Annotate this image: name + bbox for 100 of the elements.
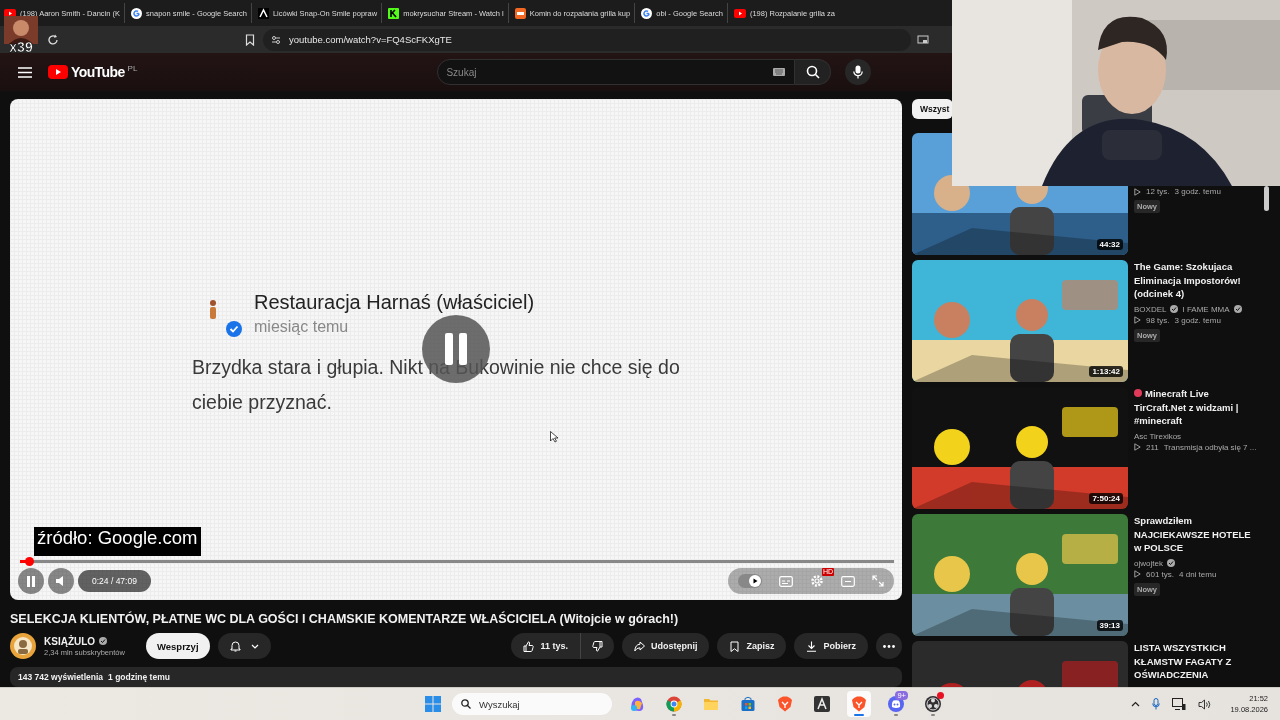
settings-icon[interactable]	[810, 574, 824, 588]
chrome-icon	[666, 696, 682, 712]
stream-label: x39	[9, 40, 33, 54]
play-icon	[749, 575, 761, 587]
channel-name[interactable]: KSIĄŻULO	[44, 635, 96, 647]
video-title[interactable]: The Game: Szokujaca Eliminacja Impostorów! (odcinek 4)	[1134, 260, 1260, 301]
share-button[interactable]: Udostępnij	[621, 633, 710, 659]
like-button[interactable]: 11 tys.	[511, 633, 581, 659]
verified-icon	[226, 321, 242, 337]
comment-author: Restauracja Harnaś (właściciel)	[254, 291, 536, 314]
volume-button[interactable]	[48, 568, 74, 594]
share-arrow-icon	[633, 640, 645, 652]
taskbar-search-field[interactable]: Wyszukaj	[452, 693, 612, 715]
lion-shield-icon	[851, 696, 867, 712]
time-display: 0:24 / 47:09	[78, 570, 151, 592]
chevron-up-icon[interactable]	[1131, 701, 1141, 707]
filter-chip[interactable]: Wszyst	[912, 99, 954, 119]
download-icon	[806, 640, 818, 652]
microphone-icon[interactable]	[1152, 698, 1161, 710]
menu-icon[interactable]	[18, 66, 32, 78]
folder-icon	[703, 696, 719, 712]
a-letter-icon	[814, 696, 830, 712]
upload-age: 3 godz. temu	[1174, 187, 1221, 196]
bookmark-icon[interactable]	[245, 33, 255, 46]
upload-age: 3 godz. temu	[1174, 315, 1221, 325]
video-duration: 1:13:42	[1089, 366, 1123, 377]
caret-icon	[250, 643, 259, 649]
thumbs-down-icon	[591, 640, 603, 652]
search-icon	[805, 65, 820, 79]
speaker-icon	[56, 576, 66, 586]
google-icon	[641, 7, 653, 19]
channel-name[interactable]: I FAME MMA	[1182, 304, 1230, 314]
thumbs-up-icon	[523, 640, 535, 652]
upload-age: 4 dni temu	[1179, 569, 1217, 579]
view-count: 211	[1146, 442, 1159, 452]
view-count: 12 tys.	[1146, 187, 1170, 196]
more-button[interactable]	[876, 633, 902, 659]
channel-avatar[interactable]	[10, 633, 36, 659]
search-field[interactable]: Szukaj	[437, 59, 796, 85]
description-panel[interactable]: 143 742 wyświetlenia 1 godzinę temu	[10, 667, 902, 687]
save-button[interactable]: Zapisz	[717, 633, 787, 659]
video-title[interactable]: Minecraft Live TirCraft.Net z widzami | #minecraft	[1134, 387, 1260, 428]
google-icon	[131, 7, 143, 19]
search-button[interactable]	[795, 59, 832, 85]
view-count: 98 tys.	[1146, 315, 1170, 325]
source-caption: źródło: Google.com	[34, 527, 202, 556]
copilot-icon	[629, 696, 645, 712]
progress-track[interactable]	[20, 560, 894, 563]
speaker-icon[interactable]	[1198, 698, 1213, 710]
figure-icon	[208, 299, 218, 321]
more-dots-icon	[883, 644, 895, 648]
notifications-button[interactable]	[217, 633, 271, 659]
view-count: 601 tys.	[1146, 569, 1174, 579]
play-outline-icon	[1134, 570, 1141, 578]
youtube-wordmark[interactable]: YouTube	[71, 65, 125, 79]
search-icon	[461, 699, 471, 709]
download-button[interactable]: Pobierz	[794, 633, 868, 659]
publish-time: 1 godzinę temu	[108, 672, 170, 682]
region-label: PL	[127, 65, 138, 73]
network-icon[interactable]	[1172, 697, 1187, 711]
play-outline-icon	[1134, 443, 1141, 451]
video-duration: 7:50:24	[1089, 493, 1123, 504]
upload-age: Transmisja odbyła się 7 ...	[1163, 442, 1257, 452]
lion-shield-icon	[777, 696, 793, 712]
avatar-icon	[4, 16, 38, 44]
video-duration: 39:13	[1096, 620, 1123, 631]
support-button[interactable]: Wesprzyj	[146, 633, 210, 659]
video-title[interactable]: LISTA WSZYSTKICH KŁAMSTW FAGATY Z OŚWIADCZENIA	[1134, 641, 1260, 682]
youtube-logo-icon[interactable]	[48, 65, 68, 79]
microphone-icon	[853, 65, 864, 79]
bell-icon	[229, 640, 241, 652]
video-title: SELEKCJA KLIENTÓW, PŁATNE WC DLA GOŚCI I CHAMSKIE KOMENTARZE WŁAŚCICIELA (Witojcie w górach!)	[10, 612, 680, 626]
store-bag-icon	[740, 696, 756, 712]
comment-time: miesiąc temu	[254, 318, 350, 336]
triangle-logo-icon	[257, 7, 269, 19]
cursor-icon	[550, 431, 558, 443]
autoplay-toggle[interactable]	[738, 574, 762, 588]
pause-icon	[26, 575, 36, 587]
pause-button[interactable]	[18, 568, 44, 594]
dislike-button[interactable]	[580, 633, 614, 659]
bookmark-icon	[729, 640, 741, 652]
channel-name[interactable]: ojwojtek	[1134, 558, 1163, 568]
play-outline-icon	[1134, 316, 1141, 324]
video-title[interactable]: Sprawdziłem NAJCIEKAWSZE HOTELE w POLSCE	[1134, 514, 1260, 555]
shop-logo-icon	[514, 7, 526, 19]
progress-handle[interactable]	[25, 557, 35, 566]
video-duration: 44:32	[1096, 239, 1123, 250]
obs-icon	[925, 696, 941, 712]
voice-search-button[interactable]	[845, 59, 872, 85]
address-field[interactable]: youtube.com/watch?v=FQ4ScFKXgTE	[263, 28, 911, 51]
keyboard-icon[interactable]	[773, 68, 786, 76]
channel-name[interactable]: Asc Tirexikos	[1134, 431, 1182, 441]
youtube-icon	[733, 8, 746, 18]
reload-icon[interactable]	[47, 33, 59, 46]
scrollbar-thumb[interactable]	[1264, 186, 1269, 211]
screen-cast-icon[interactable]	[917, 34, 929, 45]
site-info-icon[interactable]	[271, 34, 281, 45]
windows-start-icon[interactable]	[425, 696, 441, 712]
channel-name[interactable]: BOXDEL	[1134, 304, 1167, 314]
view-count: 143 742 wyświetlenia	[18, 672, 104, 682]
